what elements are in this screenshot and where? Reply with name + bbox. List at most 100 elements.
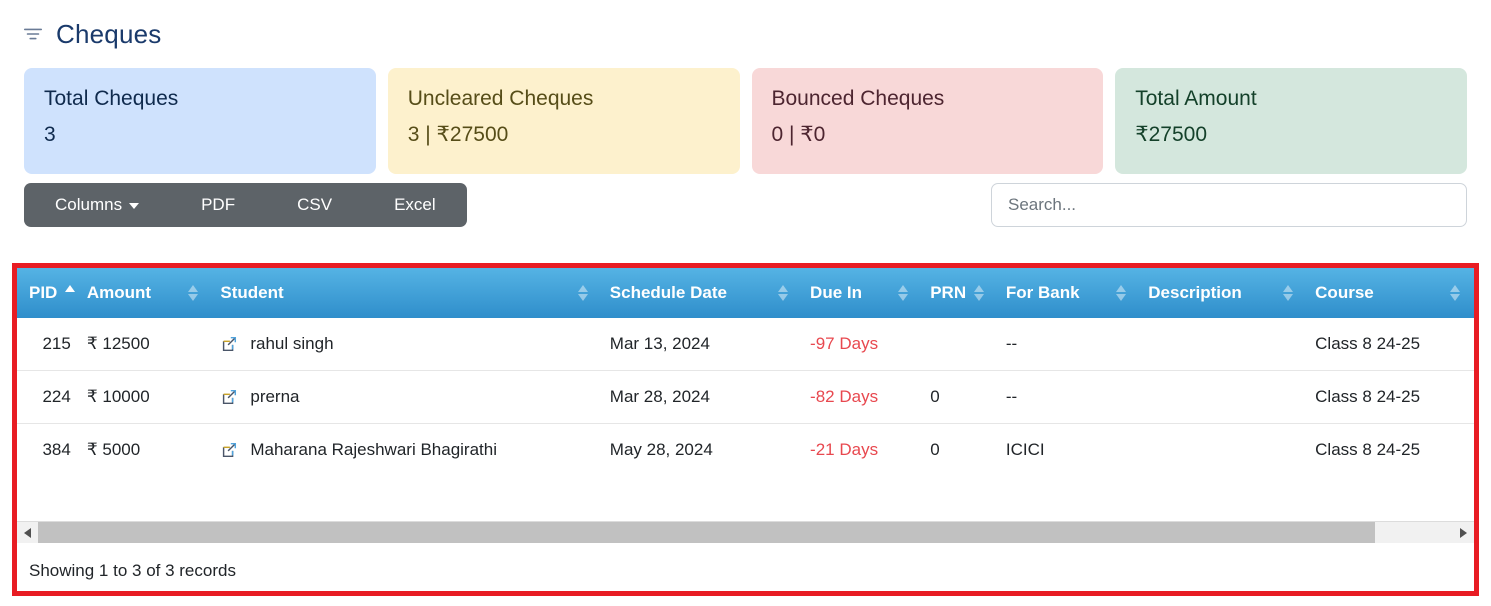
cheques-table: PID Amount Student Schedule Date Due In … (17, 268, 1474, 476)
cell-student: prerna (208, 370, 598, 424)
column-header-due-in[interactable]: Due In (798, 268, 919, 318)
stat-card-uncleared-cheques: Uncleared Cheques 3 | ₹27500 (387, 68, 740, 174)
cell-due-in: -82 Days (798, 370, 919, 424)
column-header-label: PRN (930, 283, 967, 302)
filter-list-icon-svg (23, 28, 43, 40)
cell-for-bank: -- (993, 370, 1137, 424)
cell-pid: 215 (17, 318, 75, 371)
excel-button[interactable]: Excel (363, 183, 467, 227)
sort-icon[interactable] (974, 285, 985, 301)
column-header-course[interactable]: Course (1303, 268, 1471, 318)
column-header-label: Due In (810, 283, 862, 302)
table-head: PID Amount Student Schedule Date Due In … (17, 268, 1474, 318)
sort-icon[interactable] (1283, 285, 1294, 301)
cell-for-bank: ICICI (1005, 440, 1045, 459)
cell-description (1136, 424, 1303, 477)
chevron-left-icon (24, 527, 31, 538)
column-header-pid[interactable]: PID (17, 268, 76, 318)
cell-schedule-date: Mar 28, 2024 (597, 370, 799, 424)
scrollbar-track[interactable] (38, 522, 1453, 543)
stat-card-total-amount: Total Amount ₹27500 (1115, 68, 1467, 174)
chevron-right-icon (1460, 527, 1467, 538)
columns-button[interactable]: Columns (24, 183, 170, 227)
cell-description (1136, 318, 1304, 371)
cell-student-name: Maharana Rajeshwari Bhagirathi (250, 440, 497, 459)
table-toolbar: Columns PDF CSV Excel (0, 174, 1491, 227)
cell-course: Class 8 24-25 (1303, 318, 1471, 371)
stat-cards: Total Cheques 3 Uncleared Cheques 3 | ₹2… (0, 46, 1491, 174)
cell-description (1136, 370, 1304, 424)
cell-due-in: -97 Days (798, 318, 919, 371)
stat-card-value: 0 | ₹0 (771, 123, 826, 147)
column-header-schedule-date[interactable]: Schedule Date (597, 268, 799, 318)
cell-student-name: rahul singh (250, 334, 334, 353)
stat-card-value: 3 (44, 123, 56, 147)
table-row[interactable]: 215 ₹ 12500 rahul singh Mar 13, 2024 -97… (17, 318, 1474, 371)
stat-card-title: Bounced Cheques (771, 87, 945, 110)
records-info: Showing 1 to 3 of 3 records (29, 561, 236, 580)
column-header-student[interactable]: Student (208, 268, 598, 318)
filter-list-icon[interactable] (22, 23, 44, 45)
cell-amount: ₹ 12500 (74, 318, 209, 371)
stat-card-title: Total Cheques (44, 87, 179, 110)
sort-icon[interactable] (577, 285, 588, 301)
column-header-label: Description (1148, 283, 1242, 302)
cheques-table-highlight-region: PID Amount Student Schedule Date Due In … (12, 263, 1479, 596)
sort-ascending-icon[interactable] (65, 285, 76, 301)
cell-amount: ₹ 5000 (86, 440, 141, 459)
sort-icon[interactable] (1450, 285, 1461, 301)
page-title: Cheques (56, 19, 162, 49)
sort-icon[interactable] (1116, 285, 1127, 301)
sort-icon[interactable] (898, 285, 909, 301)
chevron-down-icon (129, 203, 140, 209)
cell-course: Class 8 24-25 (1303, 370, 1471, 424)
cell-prn (918, 318, 994, 371)
column-header-description[interactable]: Description (1136, 268, 1304, 318)
cell-student: Maharana Rajeshwari Bhagirathi (208, 424, 597, 477)
column-header-label: Course (1315, 283, 1374, 302)
external-link-icon[interactable] (220, 441, 238, 459)
cell-prn: 0 (918, 370, 994, 424)
table-row[interactable]: 224 ₹ 10000 prerna Mar 28, 2024 -82 Days… (17, 370, 1474, 424)
stat-card-value: ₹27500 (1135, 123, 1208, 147)
cell-due-in: -21 Days (810, 440, 879, 459)
sort-icon[interactable] (188, 285, 199, 301)
external-link-icon[interactable] (220, 335, 238, 353)
external-link-icon-svg (223, 336, 237, 352)
stat-card-title: Total Amount (1135, 87, 1257, 110)
export-button-group: Columns PDF CSV Excel (24, 183, 467, 227)
sort-icon[interactable] (778, 285, 789, 301)
external-link-icon-svg (223, 389, 237, 405)
cell-course: Class 8 24-25 (1315, 440, 1421, 459)
external-link-icon[interactable] (220, 388, 238, 406)
scrollbar-thumb[interactable] (38, 522, 1375, 543)
column-header-amount[interactable]: Amount (74, 268, 209, 318)
cell-amount: ₹ 10000 (74, 370, 209, 424)
column-header-label: Student (220, 283, 284, 302)
column-header-label: Amount (86, 283, 152, 302)
cell-pid: 384 (42, 440, 71, 459)
cell-student-name: prerna (250, 387, 300, 406)
csv-button[interactable]: CSV (266, 183, 363, 227)
table-row[interactable]: 384 ₹ 5000 Maharana Rajeshwari Bhagirath… (17, 424, 1474, 477)
pdf-button[interactable]: PDF (170, 183, 266, 227)
cell-pid: 224 (17, 370, 75, 424)
external-link-icon-svg (223, 442, 237, 458)
horizontal-scrollbar[interactable] (17, 521, 1474, 543)
cell-branch: Kandivali (1470, 424, 1474, 477)
stat-card-value: 3 | ₹27500 (407, 123, 509, 147)
column-header-label: PID (29, 283, 58, 302)
stat-card-bounced-cheques: Bounced Cheques 0 | ₹0 (751, 68, 1104, 174)
search-input[interactable] (991, 183, 1467, 227)
scroll-left-button[interactable] (17, 522, 38, 543)
stat-card-title: Uncleared Cheques (407, 87, 594, 110)
cell-schedule-date: May 28, 2024 (609, 440, 713, 459)
table-header-row: PID Amount Student Schedule Date Due In … (17, 268, 1474, 318)
column-header-prn[interactable]: PRN (918, 268, 994, 318)
column-header-for-bank[interactable]: For Bank (993, 268, 1137, 318)
cell-student: rahul singh (208, 318, 598, 371)
scroll-right-button[interactable] (1453, 522, 1474, 543)
cell-prn: 0 (930, 440, 940, 459)
column-header-branch[interactable]: Branch (1470, 268, 1474, 318)
page-header: Cheques (0, 0, 1491, 49)
